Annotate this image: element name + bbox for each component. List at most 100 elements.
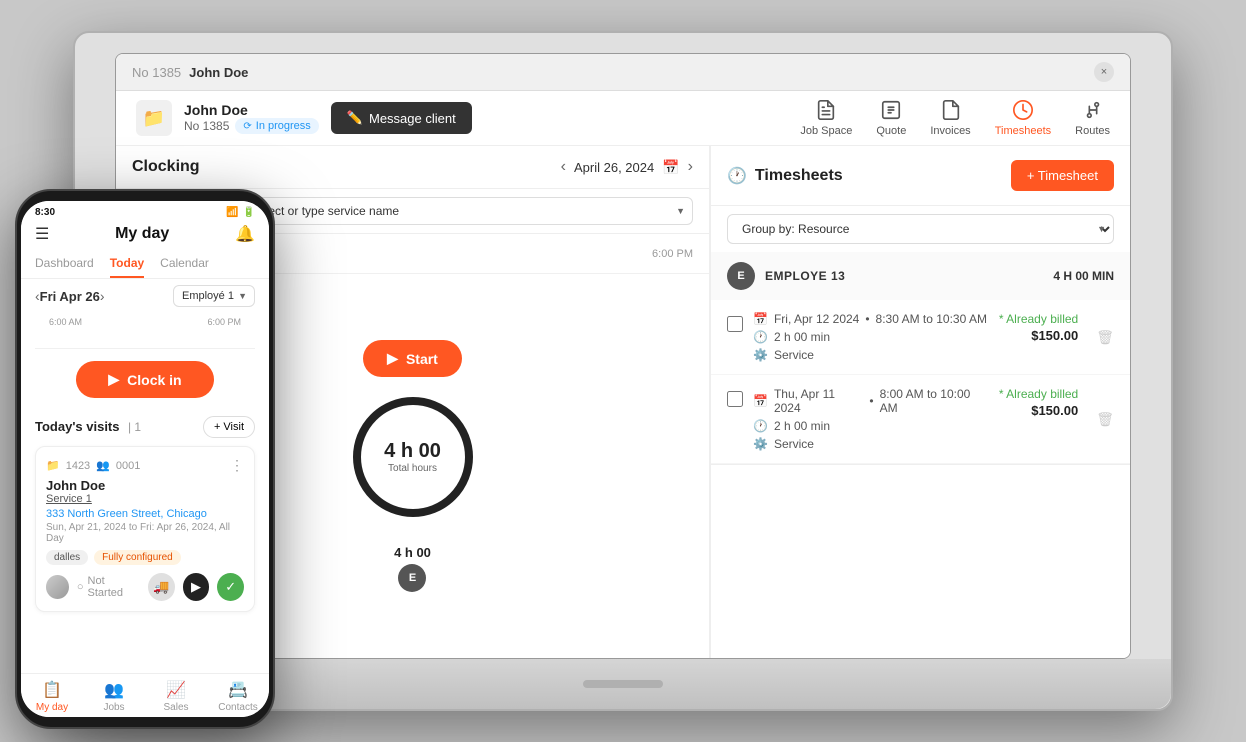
message-client-button[interactable]: ✏️ Message client [331,102,472,134]
calendar-icon-entry2: 📅 [753,394,768,408]
date-next-button[interactable]: › [688,158,693,176]
timeclock-header: Clocking ‹ April 26, 2024 📅 › [116,146,709,189]
tab-today[interactable]: Today [110,250,144,278]
add-visit-label: + Visit [214,421,244,433]
total-hours-value: 4 h 00 [384,440,441,463]
service-icon-entry1: ⚙️ [753,348,768,362]
window-title-name: John Doe [189,65,248,80]
phone-status-icons: 📶 🔋 [226,207,255,218]
nav-icon-invoices[interactable]: Invoices [930,99,970,137]
phone-nav-contacts[interactable]: 📇 Contacts [207,680,269,713]
date-prev-button[interactable]: ‹ [561,158,566,176]
entry-1-checkbox[interactable] [727,316,743,332]
visit-menu-icon[interactable]: ⋮ [230,457,244,474]
visit-service[interactable]: Service 1 [46,493,244,505]
entry-2-delete-icon[interactable]: 🗑 [1096,411,1114,428]
add-timesheet-label: + Timesheet [1027,168,1098,183]
visits-count: | 1 [128,420,141,434]
visit-tag-configured[interactable]: Fully configured [94,550,181,565]
employee-avatar-small: E [398,564,426,592]
calendar-icon[interactable]: 📅 [662,159,679,176]
visit-card: 📁 1423 👥 0001 ⋮ John Doe Service 1 333 N… [35,446,255,612]
visit-status[interactable]: ○ Not Started [77,575,140,599]
add-timesheet-button[interactable]: + Timesheet [1011,160,1114,191]
total-hours-label: Total hours [388,463,437,474]
timesheets-panel: 🕐 Timesheets + Timesheet Group by: Resou… [710,146,1130,658]
entry-1-billed: * Already billed [999,312,1078,326]
entry-2-service: Service [774,437,814,451]
nav-icon-quote[interactable]: Quote [876,99,906,137]
visit-tag-dalles[interactable]: dalles [46,550,88,565]
contacts-icon: 📇 [228,680,248,700]
nav-label-job-space: Job Space [800,125,852,137]
nav-label-invoices: Invoices [930,125,970,137]
phone-screen: 8:30 📶 🔋 ☰ My day 🔔 Dashboard Today Cale… [21,201,269,717]
visit-check-button[interactable]: ✓ [217,573,244,601]
group-by-wrapper: Group by: Resource [727,214,1114,244]
entry-2-date-row: 📅 Thu, Apr 11 2024 • 8:00 AM to 10:00 AM [753,387,989,415]
service-filter-select[interactable]: Select or type service name [240,197,693,225]
phone-nav-jobs[interactable]: 👥 Jobs [83,680,145,713]
hamburger-icon[interactable]: ☰ [35,224,49,244]
job-number: No 1385 [184,119,229,133]
entry-1-dot: • [865,312,869,326]
window-close-button[interactable]: × [1094,62,1114,82]
message-btn-label: Message client [369,111,456,126]
phone-employee-wrapper: Employé 1 [173,285,255,307]
visit-play-button[interactable]: ▶ [183,573,210,601]
entry-2-checkbox[interactable] [727,391,743,407]
client-info-section: 📁 John Doe No 1385 ⟳ In progress ✏️ [136,100,784,136]
entry-1-details: 📅 Fri, Apr 12 2024 • 8:30 AM to 10:30 AM… [753,312,989,362]
phone-nav-sales-label: Sales [163,702,188,713]
phone-date-next[interactable]: › [100,288,105,304]
entry-2-time-row: 🕐 2 h 00 min [753,419,989,433]
entry-2-details: 📅 Thu, Apr 11 2024 • 8:00 AM to 10:00 AM… [753,387,989,451]
edit-icon: ✏️ [347,110,363,126]
job-folder-icon: 📁 [46,459,60,472]
clock-icon-entry1: 🕐 [753,330,768,344]
notification-bell-icon[interactable]: 🔔 [235,224,255,244]
phone-tabs: Dashboard Today Calendar [21,250,269,279]
phone-nav-sales[interactable]: 📈 Sales [145,680,207,713]
visit-actions: ○ Not Started 🚚 ▶ ✓ [46,573,244,601]
visit-track-button[interactable]: 🚚 [148,573,175,601]
employee-group: E EMPLOYE 13 4 H 00 MIN 📅 Fr [711,252,1130,465]
nav-icon-routes[interactable]: Routes [1075,99,1110,137]
timesheet-entry-1: 📅 Fri, Apr 12 2024 • 8:30 AM to 10:30 AM… [711,300,1130,375]
status-badge: ⟳ In progress [235,118,318,134]
tab-dashboard[interactable]: Dashboard [35,250,94,278]
employee-group-name: EMPLOYE 13 [765,269,845,283]
employee-avatar: E [727,262,755,290]
nav-icon-job-space[interactable]: Job Space [800,99,852,137]
date-label: April 26, 2024 [574,160,654,175]
entry-1-delete-icon[interactable]: 🗑 [1096,329,1114,346]
phone-nav-contacts-label: Contacts [218,702,257,713]
group-by-select[interactable]: Group by: Resource [727,214,1114,244]
phone-date-label: Fri Apr 26 [40,289,100,304]
entry-1-service-row: ⚙️ Service [753,348,989,362]
entry-2-service-row: ⚙️ Service [753,437,989,451]
date-navigation: ‹ April 26, 2024 📅 › [561,158,693,176]
tab-calendar[interactable]: Calendar [160,250,209,278]
nav-icon-timesheets[interactable]: Timesheets [995,99,1051,137]
visit-card-top: 📁 1423 👥 0001 ⋮ [46,457,244,474]
sales-icon: 📈 [166,680,186,700]
nav-label-timesheets: Timesheets [995,125,1051,137]
total-hours-circle: 4 h 00 Total hours [353,397,473,517]
client-name: John Doe [184,102,319,118]
timesheets-header: 🕐 Timesheets + Timesheet [711,146,1130,206]
phone-nav-my-day[interactable]: 📋 My day [21,680,83,713]
clock-icon-entry2: 🕐 [753,419,768,433]
phone-employee-select[interactable]: Employé 1 [173,285,255,307]
clock-in-button[interactable]: ▶ Clock in [76,361,213,398]
entry-1-duration: 2 h 00 min [774,330,830,344]
visits-title-row: Today's visits | 1 [35,418,141,436]
visit-address[interactable]: 333 North Green Street, Chicago [46,508,244,520]
start-button[interactable]: ▶ Start [363,340,462,377]
jobs-icon: 👥 [104,680,124,700]
visit-team-count: 0001 [116,460,140,472]
entry-1-date: Fri, Apr 12 2024 [774,312,859,326]
add-visit-button[interactable]: + Visit [203,416,255,438]
nav-label-routes: Routes [1075,125,1110,137]
timesheets-title-row: 🕐 Timesheets [727,166,843,186]
